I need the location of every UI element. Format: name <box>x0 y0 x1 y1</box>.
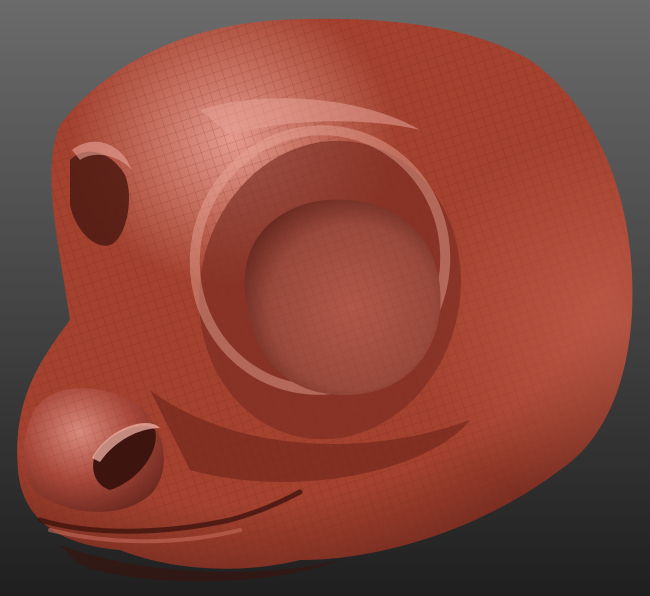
sculpt-canvas[interactable] <box>0 0 650 596</box>
eye-socket-wire <box>244 199 441 395</box>
zbrush-viewport[interactable] <box>0 0 650 596</box>
